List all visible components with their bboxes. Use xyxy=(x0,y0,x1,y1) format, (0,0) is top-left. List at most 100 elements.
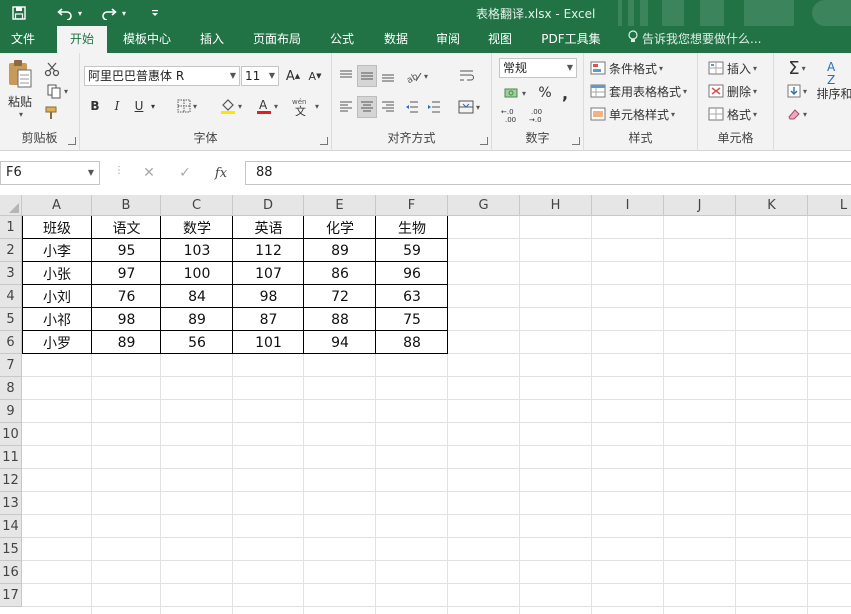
redo-icon[interactable] xyxy=(98,3,120,23)
cell-d5[interactable]: 87 xyxy=(233,308,304,331)
increase-decimal-button[interactable]: ←.0.00 xyxy=(500,105,524,125)
row-header-1[interactable]: 1 xyxy=(0,216,22,239)
enter-formula-button[interactable]: ✓ xyxy=(170,161,200,185)
tab-review[interactable]: 审阅 xyxy=(426,26,470,53)
conditional-formatting-button[interactable]: 条件格式 ▾ xyxy=(590,58,694,78)
name-box[interactable]: F6 ▼ xyxy=(0,161,100,185)
cancel-formula-button[interactable]: ✕ xyxy=(134,161,164,185)
cell-c2[interactable]: 103 xyxy=(161,239,233,262)
phonetic-guide-button[interactable]: wén 文 ▾ xyxy=(290,95,320,117)
currency-button[interactable]: ▾ xyxy=(500,83,530,103)
font-launcher[interactable] xyxy=(320,137,328,145)
tab-formulas[interactable]: 公式 xyxy=(320,26,364,53)
tab-template-center[interactable]: 模板中心 xyxy=(114,26,180,53)
redo-dropdown-icon[interactable]: ▾ xyxy=(118,3,130,23)
cell-c6[interactable]: 56 xyxy=(161,331,233,354)
cell-b2[interactable]: 95 xyxy=(92,239,161,262)
tab-data[interactable]: 数据 xyxy=(374,26,418,53)
cell-a4[interactable]: 小刘 xyxy=(22,285,92,308)
row-header-10[interactable]: 10 xyxy=(0,423,22,446)
insert-cells-button[interactable]: 插入 ▾ xyxy=(708,58,770,78)
cell-a5[interactable]: 小祁 xyxy=(22,308,92,331)
column-header-a[interactable]: A xyxy=(22,195,92,216)
cell-b6[interactable]: 89 xyxy=(92,331,161,354)
column-header-i[interactable]: I xyxy=(592,195,664,216)
row-header-16[interactable]: 16 xyxy=(0,561,22,584)
format-cells-button[interactable]: 格式 ▾ xyxy=(708,104,770,124)
row-header-9[interactable]: 9 xyxy=(0,400,22,423)
cell-b3[interactable]: 97 xyxy=(92,262,161,285)
alignment-launcher[interactable] xyxy=(480,137,488,145)
tab-insert[interactable]: 插入 xyxy=(190,26,234,53)
fill-color-button[interactable]: ▾ xyxy=(214,96,248,116)
row-header-2[interactable]: 2 xyxy=(0,239,22,262)
column-header-g[interactable]: G xyxy=(448,195,520,216)
comma-button[interactable]: , xyxy=(556,83,574,103)
row-header-12[interactable]: 12 xyxy=(0,469,22,492)
cell-d4[interactable]: 98 xyxy=(233,285,304,308)
decrease-font-button[interactable]: A ▼ xyxy=(306,66,324,86)
column-header-c[interactable]: C xyxy=(161,195,233,216)
cell-f4[interactable]: 63 xyxy=(376,285,448,308)
cell-e6[interactable]: 94 xyxy=(304,331,376,354)
column-header-d[interactable]: D xyxy=(233,195,304,216)
clear-button[interactable]: ▾ xyxy=(782,104,812,124)
orientation-button[interactable]: ab ▾ xyxy=(402,65,432,87)
row-header-3[interactable]: 3 xyxy=(0,262,22,285)
column-header-e[interactable]: E xyxy=(304,195,376,216)
cell-d6[interactable]: 101 xyxy=(233,331,304,354)
column-header-b[interactable]: B xyxy=(92,195,161,216)
format-as-table-button[interactable]: 套用表格格式 ▾ xyxy=(590,81,698,101)
row-header-11[interactable]: 11 xyxy=(0,446,22,469)
copy-button[interactable]: ▾ xyxy=(42,81,72,101)
row-header-7[interactable]: 7 xyxy=(0,354,22,377)
undo-dropdown-icon[interactable]: ▾ xyxy=(74,3,86,23)
tab-page-layout[interactable]: 页面布局 xyxy=(244,26,310,53)
column-header-f[interactable]: F xyxy=(376,195,448,216)
percent-button[interactable]: % xyxy=(536,83,554,103)
cell-d3[interactable]: 107 xyxy=(233,262,304,285)
row-header-13[interactable]: 13 xyxy=(0,492,22,515)
font-size-select[interactable]: 11 ▼ xyxy=(241,66,279,86)
cell-f3[interactable]: 96 xyxy=(376,262,448,285)
cell-e5[interactable]: 88 xyxy=(304,308,376,331)
insert-function-button[interactable]: fx xyxy=(206,161,236,185)
cell-d2[interactable]: 112 xyxy=(233,239,304,262)
cell-e4[interactable]: 72 xyxy=(304,285,376,308)
align-center-button[interactable] xyxy=(357,96,377,118)
cell-e2[interactable]: 89 xyxy=(304,239,376,262)
bold-button[interactable]: B xyxy=(86,96,104,116)
cell-c3[interactable]: 100 xyxy=(161,262,233,285)
row-header-5[interactable]: 5 xyxy=(0,308,22,331)
cell-f5[interactable]: 75 xyxy=(376,308,448,331)
cell-a6[interactable]: 小罗 xyxy=(22,331,92,354)
formula-bar-grip[interactable]: ⋮ xyxy=(114,165,124,176)
italic-button[interactable]: I xyxy=(108,96,126,116)
column-header-l[interactable]: L xyxy=(808,195,851,216)
fill-button[interactable]: ▾ xyxy=(782,81,812,101)
align-bottom-button[interactable] xyxy=(378,65,398,87)
tab-view[interactable]: 视图 xyxy=(478,26,522,53)
paste-button[interactable]: 粘贴 ▾ xyxy=(4,59,36,119)
wrap-text-button[interactable] xyxy=(456,65,478,87)
sort-filter-button[interactable]: AZ 排序和 xyxy=(817,59,851,121)
cell-e3[interactable]: 86 xyxy=(304,262,376,285)
format-painter-button[interactable] xyxy=(42,103,62,123)
number-format-select[interactable]: 常规 ▼ xyxy=(499,58,577,78)
row-header-14[interactable]: 14 xyxy=(0,515,22,538)
column-header-h[interactable]: H xyxy=(520,195,592,216)
tab-pdf-tools[interactable]: PDF工具集 xyxy=(534,26,608,53)
font-color-button[interactable]: A ▾ xyxy=(252,96,282,116)
delete-cells-button[interactable]: 删除 ▾ xyxy=(708,81,770,101)
row-header-8[interactable]: 8 xyxy=(0,377,22,400)
align-middle-button[interactable] xyxy=(357,65,377,87)
select-all-corner[interactable] xyxy=(0,195,22,216)
spreadsheet-grid[interactable]: A B C D E F G H I J K L 1 2 3 4 5 6 7 8 9 10 11 12 13 14 15 16 17 班级语… xyxy=(0,195,851,614)
formula-input[interactable]: 88 xyxy=(245,161,851,185)
save-icon[interactable] xyxy=(8,3,30,23)
cell-a1[interactable]: 班级 xyxy=(22,216,92,239)
undo-icon[interactable] xyxy=(54,3,76,23)
cut-button[interactable] xyxy=(42,59,62,79)
clipboard-launcher[interactable] xyxy=(68,137,76,145)
align-right-button[interactable] xyxy=(378,96,398,118)
